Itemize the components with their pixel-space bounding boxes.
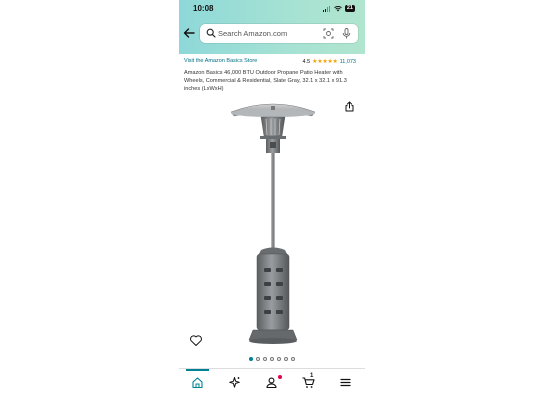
product-header: Visit the Amazon Basics Store 4.5 ★★★★★ … xyxy=(184,58,360,93)
bottom-nav: 1 xyxy=(179,368,365,408)
phone-screen: 10:08 21 Search Amazon.com Visit the Ama… xyxy=(179,0,365,408)
rating-value: 4.5 xyxy=(302,58,311,65)
back-arrow-icon[interactable] xyxy=(182,26,196,40)
signal-icon xyxy=(322,5,331,12)
carousel-dot[interactable] xyxy=(263,357,267,361)
search-input[interactable] xyxy=(218,26,318,41)
wifi-icon xyxy=(334,5,342,11)
cart-count: 1 xyxy=(310,373,314,379)
nav-cart[interactable]: 1 xyxy=(290,369,327,397)
camera-icon[interactable] xyxy=(323,28,334,39)
share-icon[interactable] xyxy=(344,101,355,112)
nav-inspire[interactable] xyxy=(216,369,253,397)
battery-indicator: 21 xyxy=(344,5,355,12)
star-rating: ★★★★★ xyxy=(312,59,338,65)
nav-account[interactable] xyxy=(253,369,290,397)
notification-dot xyxy=(278,375,282,379)
image-carousel-dots[interactable] xyxy=(179,357,365,361)
account-icon xyxy=(266,377,277,389)
header-area: 10:08 21 xyxy=(179,0,365,54)
home-icon xyxy=(192,377,203,389)
nav-home[interactable] xyxy=(179,369,216,397)
status-bar: 10:08 21 xyxy=(179,0,365,18)
product-title[interactable]: Amazon Basics 46,000 BTU Outdoor Propane… xyxy=(184,69,356,93)
nav-menu[interactable] xyxy=(327,369,364,397)
menu-icon xyxy=(340,378,351,387)
status-icons: 21 xyxy=(322,5,355,12)
carousel-dot[interactable] xyxy=(249,357,253,361)
sparkle-icon xyxy=(229,377,240,388)
store-row: Visit the Amazon Basics Store 4.5 ★★★★★ … xyxy=(184,58,360,67)
search-bar[interactable] xyxy=(200,24,358,43)
patio-heater-image[interactable] xyxy=(227,98,319,350)
heart-icon[interactable] xyxy=(189,334,203,347)
status-time: 10:08 xyxy=(193,4,214,13)
carousel-dot[interactable] xyxy=(256,357,260,361)
carousel-dot[interactable] xyxy=(270,357,274,361)
carousel-dot[interactable] xyxy=(284,357,288,361)
rating-group[interactable]: 4.5 ★★★★★ 11,073 xyxy=(302,58,356,66)
carousel-dot[interactable] xyxy=(291,357,295,361)
search-icon xyxy=(206,28,216,38)
microphone-icon[interactable] xyxy=(342,28,351,39)
rating-count[interactable]: 11,073 xyxy=(340,59,356,65)
carousel-dot[interactable] xyxy=(277,357,281,361)
store-link[interactable]: Visit the Amazon Basics Store xyxy=(184,58,257,64)
